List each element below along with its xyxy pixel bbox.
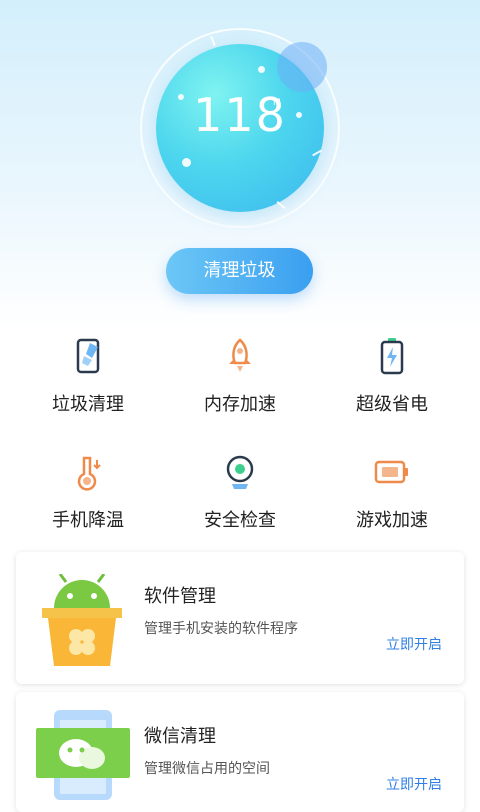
card-description: 管理微信占用的空间 — [144, 761, 270, 777]
feature-label: 安全检查 — [204, 510, 276, 531]
gauge-bubble — [277, 42, 327, 92]
thermometer-icon — [68, 452, 108, 492]
battery-horizontal-icon — [372, 452, 412, 492]
feature-power-saving[interactable]: 超级省电 — [322, 336, 462, 416]
card-software-manager[interactable]: 软件管理 管理手机安装的软件程序 立即开启 — [16, 552, 464, 684]
enable-now-link[interactable]: 立即开启 — [386, 634, 442, 654]
clean-junk-button[interactable]: 清理垃圾 — [166, 248, 313, 294]
wechat-phone-icon — [36, 710, 130, 800]
card-title: 软件管理 — [144, 586, 216, 607]
card-wechat-clean[interactable]: 微信清理 管理微信占用的空间 立即开启 — [16, 692, 464, 812]
battery-icon — [372, 336, 412, 376]
feature-security-check[interactable]: 安全检查 — [170, 452, 310, 532]
card-title: 微信清理 — [144, 726, 216, 747]
feature-memory-boost[interactable]: 内存加速 — [170, 336, 310, 416]
camera-security-icon — [220, 452, 260, 492]
feature-label: 手机降温 — [52, 510, 124, 531]
storage-gauge[interactable]: 118 — [140, 28, 340, 228]
card-description: 管理手机安装的软件程序 — [144, 621, 298, 637]
gauge-dot — [182, 158, 191, 167]
feature-label: 游戏加速 — [356, 510, 428, 531]
gauge-unit: M — [273, 98, 281, 108]
android-robot-icon — [40, 573, 124, 668]
rocket-icon — [220, 336, 260, 376]
feature-game-boost[interactable]: 游戏加速 — [322, 452, 462, 532]
feature-label: 超级省电 — [356, 394, 428, 415]
feature-junk-clean[interactable]: 垃圾清理 — [18, 336, 158, 416]
phone-clean-icon — [68, 336, 108, 376]
gauge-dot — [258, 66, 265, 73]
feature-label: 内存加速 — [204, 394, 276, 415]
enable-now-link[interactable]: 立即开启 — [386, 774, 442, 794]
feature-phone-cooling[interactable]: 手机降温 — [18, 452, 158, 532]
feature-label: 垃圾清理 — [52, 394, 124, 415]
gauge-value: 118 — [193, 88, 287, 142]
